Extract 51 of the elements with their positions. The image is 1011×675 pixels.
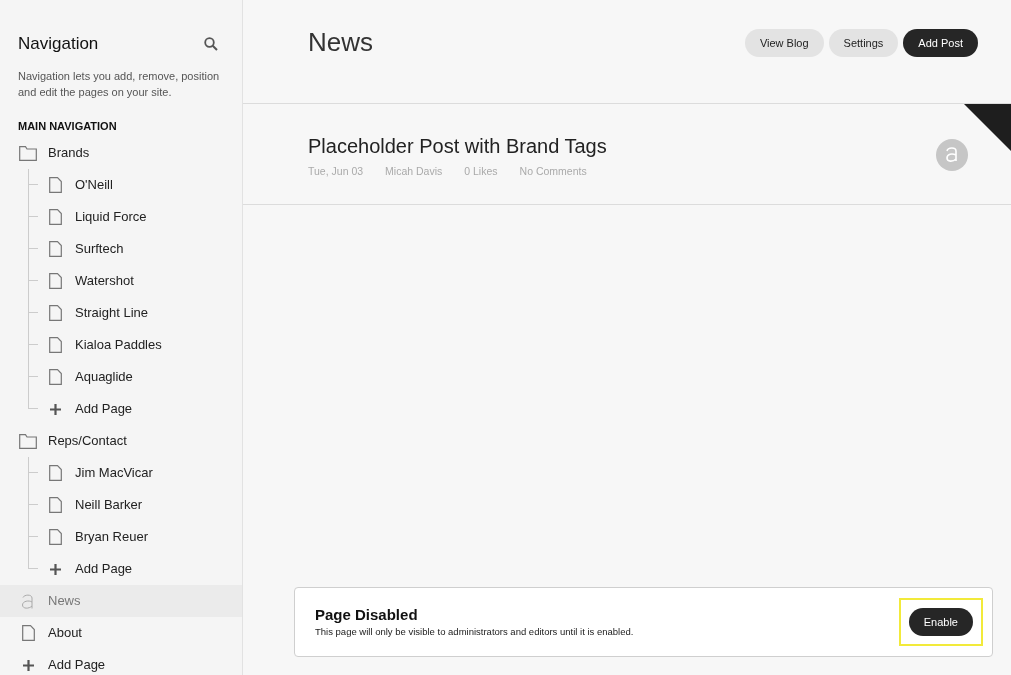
page-icon — [48, 209, 62, 225]
plus-icon — [49, 403, 61, 415]
nav-item[interactable]: Add Page — [0, 553, 242, 585]
nav-item[interactable]: O'Neill — [0, 169, 242, 201]
page-icon — [48, 273, 62, 289]
blog-icon — [21, 593, 35, 609]
notice-text: This page will only be visible to administrators and editors until it is enabled. — [315, 624, 634, 639]
page-icon — [48, 177, 62, 193]
author-avatar — [936, 139, 968, 171]
plus-icon — [49, 563, 61, 575]
post-title[interactable]: Placeholder Post with Brand Tags — [308, 134, 607, 158]
page-icon — [48, 337, 62, 353]
folder-icon — [19, 145, 37, 161]
post-meta: Tue, Jun 03 — [308, 164, 364, 179]
page-icon — [48, 529, 62, 545]
page-icon — [48, 465, 62, 481]
folder-icon — [19, 433, 37, 449]
nav-item[interactable]: About — [0, 617, 242, 649]
page-icon — [48, 369, 62, 385]
nav-item[interactable]: Liquid Force — [0, 201, 242, 233]
sidebar-description: Navigation lets you add, remove, position and edit the pages on your site. — [17, 68, 221, 100]
nav-item[interactable]: Add Page — [0, 649, 242, 675]
section-heading: MAIN NAVIGATION — [17, 118, 118, 134]
nav-item[interactable]: Aquaglide — [0, 361, 242, 393]
header-button[interactable]: Add Post — [903, 29, 978, 57]
page-icon — [48, 497, 62, 513]
nav-item[interactable]: Neill Barker — [0, 489, 242, 521]
nav-item[interactable]: Add Page — [0, 393, 242, 425]
page-icon — [21, 625, 35, 641]
header-button[interactable]: View Blog — [744, 29, 824, 57]
nav-item[interactable]: Surftech — [0, 233, 242, 265]
nav-item[interactable]: Bryan Reuer — [0, 521, 242, 553]
nav-item[interactable]: Kialoa Paddles — [0, 329, 242, 361]
sidebar-title: Navigation — [18, 33, 99, 55]
enable-button[interactable]: Enable — [908, 608, 973, 636]
plus-icon — [22, 659, 34, 671]
notice-title: Page Disabled — [315, 604, 419, 625]
post-meta: 0 Likes — [464, 164, 498, 179]
nav-item[interactable]: Straight Line — [0, 297, 242, 329]
nav-item[interactable]: Reps/Contact — [0, 425, 242, 457]
search-icon[interactable] — [204, 36, 218, 51]
page-icon — [48, 305, 62, 321]
header-button[interactable]: Settings — [828, 29, 899, 57]
post-meta: Micah Davis — [385, 164, 443, 179]
page-icon — [48, 241, 62, 257]
nav-item[interactable]: Jim MacVicar — [0, 457, 242, 489]
nav-item[interactable]: Brands — [0, 137, 242, 169]
post-meta: No Comments — [519, 164, 587, 179]
page-title: News — [308, 27, 373, 57]
nav-item[interactable]: Watershot — [0, 265, 242, 297]
nav-item[interactable]: News — [0, 585, 242, 617]
